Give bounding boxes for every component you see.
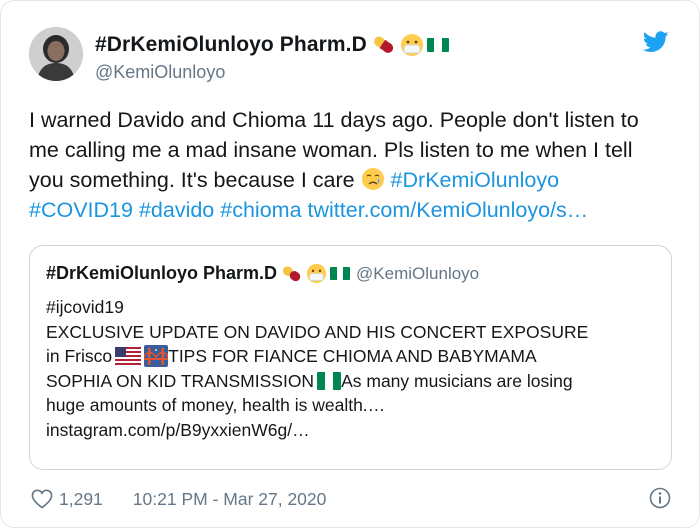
quoted-tweet-text: #ijcovid19 EXCLUSIVE UPDATE ON DAVIDO AN… [46,295,661,442]
quoted-tweet[interactable]: #DrKemiOlunloyo Pharm.D @KemiOlunloyo #i… [29,245,672,470]
quote-line-text: TIPS FOR FIANCE CHIOMA AND BABYMAMA [168,346,537,366]
hashtag-link-covid19[interactable]: #COVID19 [29,198,133,222]
bridge-at-night-emoji-icon [144,345,169,368]
quote-line: in Frisco TIPS FOR FIANCE CHIOMA AND BAB… [46,344,661,369]
quote-line-text: As many musicians are losing [341,370,573,391]
tweet-text: I warned Davido and Chioma 11 days ago. … [29,105,669,225]
quote-line-text: SOPHIA ON KID TRANSMISSION [46,370,315,391]
mask-face-emoji-icon [306,263,327,284]
profile-photo-icon [29,27,83,81]
hashtag-link-davido[interactable]: #davido [139,198,214,222]
hashtag-link-drkemiolunloyo[interactable]: #DrKemiOlunloyo [391,168,559,192]
quote-line: SOPHIA ON KID TRANSMISSION As many music… [46,369,661,394]
like-count[interactable]: 1,291 [59,489,103,510]
tweet-url-link[interactable]: twitter.com/KemiOlunloyo/s… [308,198,589,222]
author-emojis [371,33,449,57]
pill-emoji-icon [373,36,393,53]
mask-face-emoji-icon [400,34,423,56]
quoted-tweet-header: #DrKemiOlunloyo Pharm.D @KemiOlunloyo [46,263,479,284]
nigeria-flag-emoji-icon [330,267,351,280]
us-flag-emoji-icon [115,347,142,366]
nigeria-flag-emoji-icon [426,38,449,52]
quoted-author-handle[interactable]: @KemiOlunloyo [356,264,479,284]
quote-line-text: in Frisco [46,346,113,366]
tweet-timestamp[interactable]: 10:21 PM - Mar 27, 2020 [133,489,327,510]
tweet-footer: 1,291 10:21 PM - Mar 27, 2020 [31,486,671,512]
quote-line: #ijcovid19 [46,297,124,317]
hashtag-link-chioma[interactable]: #chioma [220,198,301,222]
quote-link[interactable]: instagram.com/p/B9yxxienW6g/… [46,418,661,443]
nigeria-flag-emoji-icon [317,371,342,390]
twitter-bird-icon[interactable] [643,31,669,53]
quote-line: huge amounts of money, health is wealth.… [46,395,386,415]
quoted-author-name[interactable]: #DrKemiOlunloyo Pharm.D [46,263,277,284]
avatar[interactable] [29,27,83,81]
info-icon[interactable] [649,487,671,509]
author-display-name[interactable]: #DrKemiOlunloyo Pharm.D [95,33,367,57]
quote-line: EXCLUSIVE UPDATE ON DAVIDO AND HIS CONCE… [46,321,589,342]
author-name-row[interactable]: #DrKemiOlunloyo Pharm.D [95,33,449,57]
tweet-card[interactable]: #DrKemiOlunloyo Pharm.D @KemiOlunloyo I … [0,0,700,528]
pill-emoji-icon [283,265,301,281]
crying-face-emoji-icon [361,168,384,190]
author-handle[interactable]: @KemiOlunloyo [95,62,225,83]
heart-icon[interactable] [31,489,53,509]
tweet-header: #DrKemiOlunloyo Pharm.D @KemiOlunloyo [29,27,675,87]
